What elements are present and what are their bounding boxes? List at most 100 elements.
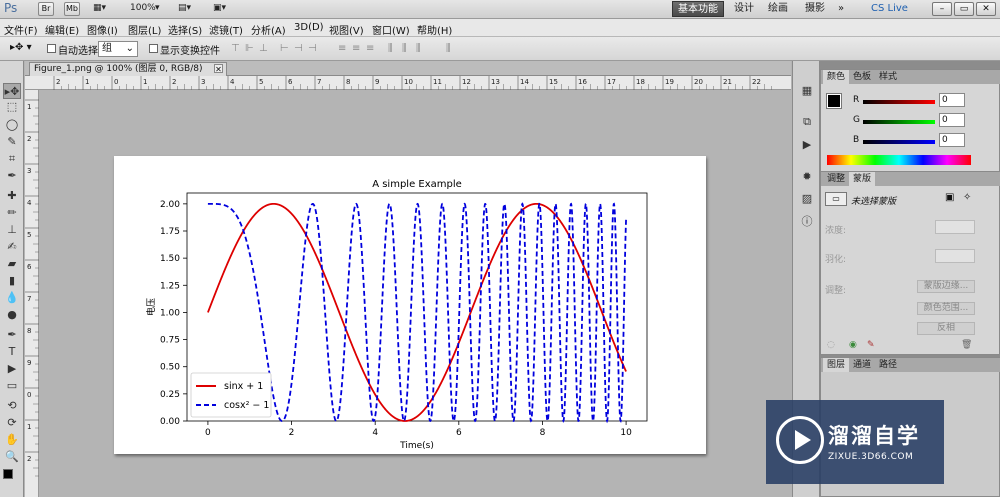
quick-select-tool-icon[interactable]: ✎ (3, 134, 21, 150)
tab-color[interactable]: 颜色 (823, 70, 850, 84)
green-value-input[interactable]: 0 (939, 113, 965, 127)
menu-image[interactable]: 图像(I) (87, 22, 118, 37)
move-tool-icon[interactable]: ▸✥ (3, 83, 21, 99)
brush-tool-icon[interactable]: ✏ (3, 205, 21, 221)
menu-analysis[interactable]: 分析(A) (251, 22, 286, 37)
clone-source-panel-icon[interactable]: ▨ (799, 191, 815, 207)
menu-file[interactable]: 文件(F) (4, 22, 38, 37)
menu-help[interactable]: 帮助(H) (417, 22, 452, 37)
lasso-tool-icon[interactable]: ◯ (3, 117, 21, 133)
color-range-button[interactable]: 颜色范围... (917, 302, 975, 315)
color-ramp[interactable] (827, 155, 971, 165)
mask-edge-button[interactable]: 蒙版边缘... (917, 280, 975, 293)
eyedropper-tool-icon[interactable]: ✒ (3, 168, 21, 184)
align-right-icon[interactable]: ⊣ (308, 43, 320, 55)
align-vcenter-icon[interactable]: ⊩ (245, 43, 257, 55)
close-button[interactable]: ✕ (976, 2, 996, 16)
actions-panel-icon[interactable]: ▶ (799, 137, 815, 153)
histogram-panel-icon[interactable]: ▦ (799, 83, 815, 99)
menu-filter[interactable]: 滤镜(T) (209, 22, 243, 37)
green-slider[interactable] (863, 120, 935, 124)
tab-paths[interactable]: 路径 (875, 358, 901, 372)
cs-live-button[interactable]: CS Live (866, 1, 913, 17)
screen-mode-icon[interactable]: ▣▾ (213, 3, 226, 13)
menu-window[interactable]: 窗口(W) (372, 22, 410, 37)
show-transform-checkbox[interactable] (149, 44, 158, 53)
auto-select-checkbox[interactable] (47, 44, 56, 53)
panel-foreground-swatch[interactable] (826, 93, 842, 109)
align-left-icon[interactable]: ⊢ (280, 43, 292, 55)
clone-stamp-tool-icon[interactable]: ⊥ (3, 222, 21, 238)
crop-tool-icon[interactable]: ⌗ (3, 151, 21, 167)
close-icon[interactable]: ✕ (214, 64, 223, 74)
auto-align-icon[interactable]: ⫼ (446, 43, 458, 55)
blue-slider[interactable] (863, 140, 935, 144)
path-select-tool-icon[interactable]: ▶ (3, 361, 21, 377)
align-top-icon[interactable]: ⊤ (231, 43, 243, 55)
distribute-top-icon[interactable]: ≡ (338, 43, 350, 55)
type-tool-icon[interactable]: T (3, 344, 21, 360)
document-canvas[interactable]: A simple Example 0 2 4 6 8 10 0.00 0.25 0.50 0.7… (114, 156, 706, 454)
3d-orbit-tool-icon[interactable]: ⟳ (3, 415, 21, 431)
menu-edit[interactable]: 编辑(E) (45, 22, 79, 37)
tab-channels[interactable]: 通道 (849, 358, 875, 372)
vector-mask-icon[interactable]: ✧ (963, 192, 971, 203)
red-value-input[interactable]: 0 (939, 93, 965, 107)
tab-masks[interactable]: 蒙版 (849, 172, 876, 186)
distribute-bottom-icon[interactable]: ≡ (366, 43, 378, 55)
pixel-mask-icon[interactable]: ▣ (945, 192, 954, 203)
auto-select-dropdown[interactable]: 组 ⌄ (98, 41, 138, 57)
distribute-right-icon[interactable]: ⫼ (416, 43, 428, 55)
bridge-button[interactable]: Br (38, 2, 54, 16)
red-slider[interactable] (863, 100, 935, 104)
history-brush-tool-icon[interactable]: ✍ (3, 239, 21, 255)
tab-styles[interactable]: 样式 (875, 70, 901, 84)
workspace-design[interactable]: 设计 (729, 1, 759, 17)
align-bottom-icon[interactable]: ⊥ (259, 43, 271, 55)
restore-button[interactable]: ▭ (954, 2, 974, 16)
eraser-tool-icon[interactable]: ▰ (3, 256, 21, 272)
blue-value-input[interactable]: 0 (939, 133, 965, 147)
workspace-essentials[interactable]: 基本功能 (672, 1, 724, 17)
tab-layers[interactable]: 图层 (823, 358, 850, 372)
zoom-tool-icon[interactable]: 🔍 (3, 449, 21, 465)
shape-tool-icon[interactable]: ▭ (3, 378, 21, 394)
move-tool-preset-icon[interactable]: ▸✥ ▾ (10, 42, 32, 53)
hand-tool-icon[interactable]: ✋ (3, 432, 21, 448)
zoom-level[interactable]: 100% (130, 3, 156, 13)
apply-mask-icon[interactable]: ◉ (849, 340, 857, 350)
load-selection-icon[interactable]: ◌ (827, 340, 835, 350)
feather-input[interactable] (935, 249, 975, 263)
workspace-photography[interactable]: 摄影 (800, 1, 830, 17)
align-hcenter-icon[interactable]: ⊣ (294, 43, 306, 55)
menu-select[interactable]: 选择(S) (168, 22, 202, 37)
marquee-tool-icon[interactable]: ⬚ (3, 99, 21, 115)
view-extras-icon[interactable]: ▦▾ (93, 3, 106, 13)
tab-adjustments[interactable]: 调整 (823, 172, 849, 186)
distribute-hcenter-icon[interactable]: ⫼ (402, 43, 414, 55)
dodge-tool-icon[interactable]: ● (3, 307, 21, 323)
menu-view[interactable]: 视图(V) (329, 22, 364, 37)
zoom-dropdown-icon[interactable]: ▾ (155, 3, 160, 13)
minibridge-button[interactable]: Mb (64, 2, 80, 16)
menu-layer[interactable]: 图层(L) (128, 22, 161, 37)
3d-rotate-tool-icon[interactable]: ⟲ (3, 398, 21, 414)
pen-tool-icon[interactable]: ✒ (3, 327, 21, 343)
distribute-left-icon[interactable]: ⫼ (388, 43, 400, 55)
menu-3d[interactable]: 3D(D) (294, 22, 324, 33)
document-tab[interactable]: Figure_1.png @ 100% (图层 0, RGB/8) ✕ (29, 62, 227, 76)
disable-mask-icon[interactable]: ✎ (867, 340, 875, 350)
tab-swatches[interactable]: 色板 (849, 70, 875, 84)
workspace-painting[interactable]: 绘画 (763, 1, 793, 17)
distribute-vcenter-icon[interactable]: ≡ (352, 43, 364, 55)
gradient-tool-icon[interactable]: ▮ (3, 273, 21, 289)
foreground-color-swatch[interactable] (3, 469, 13, 479)
healing-brush-tool-icon[interactable]: ✚ (3, 188, 21, 204)
invert-button[interactable]: 反相 (917, 322, 975, 335)
minimize-button[interactable]: – (932, 2, 952, 16)
density-input[interactable] (935, 220, 975, 234)
history-panel-icon[interactable]: ⧉ (799, 114, 815, 130)
arrange-documents-icon[interactable]: ▤▾ (178, 3, 191, 13)
more-workspaces-icon[interactable]: » (833, 1, 849, 17)
delete-mask-icon[interactable]: 🗑 (961, 340, 972, 350)
